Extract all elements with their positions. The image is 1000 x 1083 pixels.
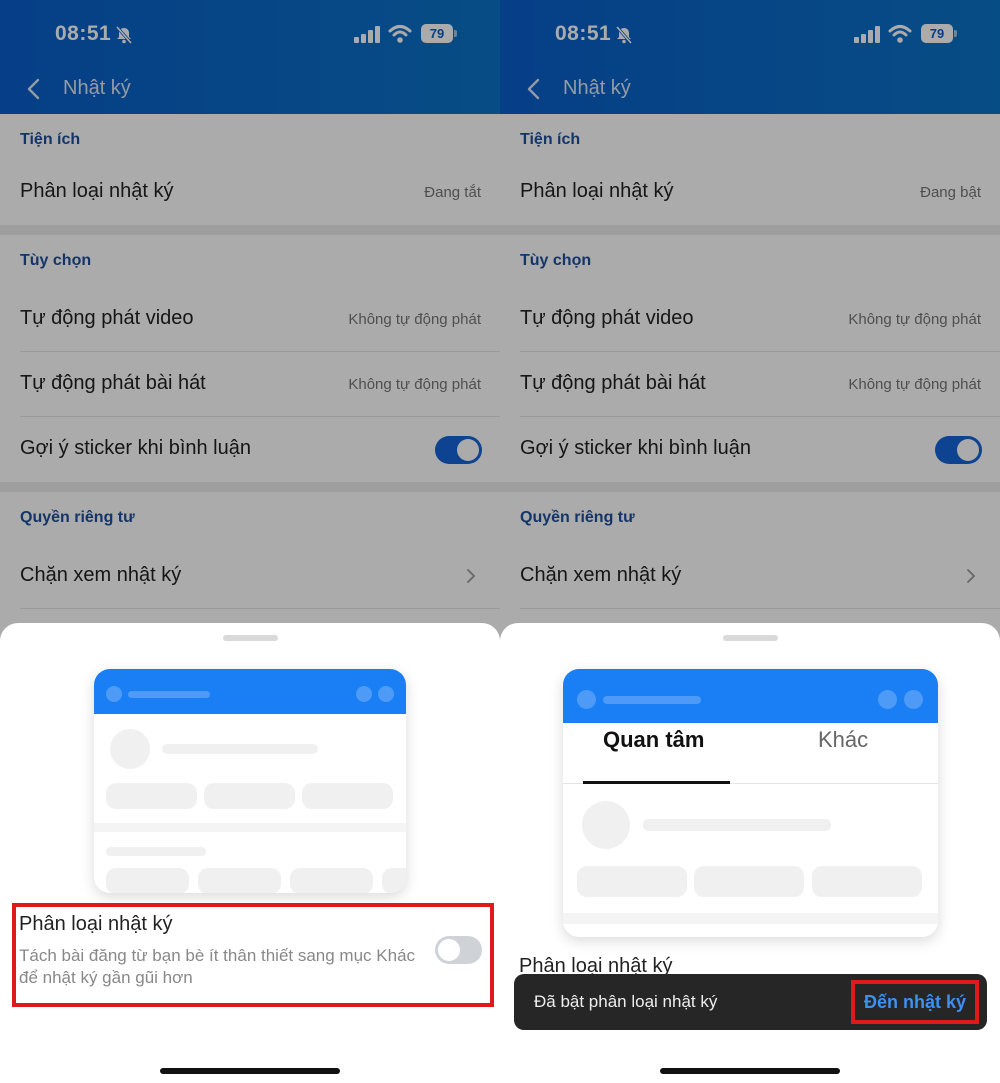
placeholder-separator: [563, 913, 938, 924]
placeholder-line: [106, 847, 206, 856]
placeholder-avatar: [582, 801, 630, 849]
placeholder-avatar: [110, 729, 150, 769]
placeholder-pill: [812, 866, 922, 897]
placeholder-bar: [128, 691, 210, 698]
sheet-grabber[interactable]: [723, 635, 778, 641]
tab-khac[interactable]: Khác: [818, 727, 868, 753]
screen-before: 08:51 79 Nhật ký Tiện ích Phân loại nhật: [0, 0, 500, 1083]
bottom-sheet: Phân loại nhật ký Tách bài đăng từ bạn b…: [0, 623, 500, 1083]
preview-illustration: [94, 669, 406, 893]
tab-quan-tam[interactable]: Quan tâm: [603, 727, 704, 753]
placeholder-pill: [290, 868, 373, 893]
placeholder-pill: [577, 866, 687, 897]
screen-after: 08:51 79 Nhật ký Tiện ích Phân loại nhật: [500, 0, 1000, 1083]
placeholder-dot: [378, 686, 394, 702]
placeholder-pill: [198, 868, 281, 893]
placeholder-dot: [878, 690, 897, 709]
placeholder-line: [162, 744, 318, 754]
bottom-sheet: Quan tâm Khác Phân loại nhật ký Đã bật p…: [500, 623, 1000, 1083]
home-indicator: [660, 1068, 840, 1074]
feature-description: Tách bài đăng từ bạn bè ít thân thiết sa…: [19, 946, 416, 987]
placeholder-line: [643, 819, 831, 831]
placeholder-pill: [106, 783, 197, 809]
feature-toggle[interactable]: [435, 936, 482, 964]
toast-message: Đã bật phân loại nhật ký: [534, 992, 718, 1011]
placeholder-dot: [106, 686, 122, 702]
toggle-knob: [438, 939, 460, 961]
placeholder-dot: [577, 690, 596, 709]
placeholder-pill: [382, 868, 406, 893]
placeholder-pill: [106, 868, 189, 893]
placeholder-pill: [204, 783, 295, 809]
card-header: [563, 669, 938, 723]
placeholder-pill: [302, 783, 393, 809]
placeholder-dot: [356, 686, 372, 702]
placeholder-pill: [694, 866, 804, 897]
home-indicator: [160, 1068, 340, 1074]
preview-illustration: Quan tâm Khác: [563, 669, 938, 937]
placeholder-dot: [904, 690, 923, 709]
card-header: [94, 669, 406, 714]
active-tab-indicator: [583, 781, 730, 784]
placeholder-separator: [94, 823, 406, 832]
toast-notification: Đã bật phân loại nhật ký Đến nhật ký: [514, 974, 987, 1030]
go-to-journal-button[interactable]: Đến nhật ký: [851, 980, 979, 1024]
sheet-grabber[interactable]: [223, 635, 278, 641]
feature-title: Phân loại nhật ký: [19, 913, 173, 935]
placeholder-bar: [603, 696, 701, 704]
